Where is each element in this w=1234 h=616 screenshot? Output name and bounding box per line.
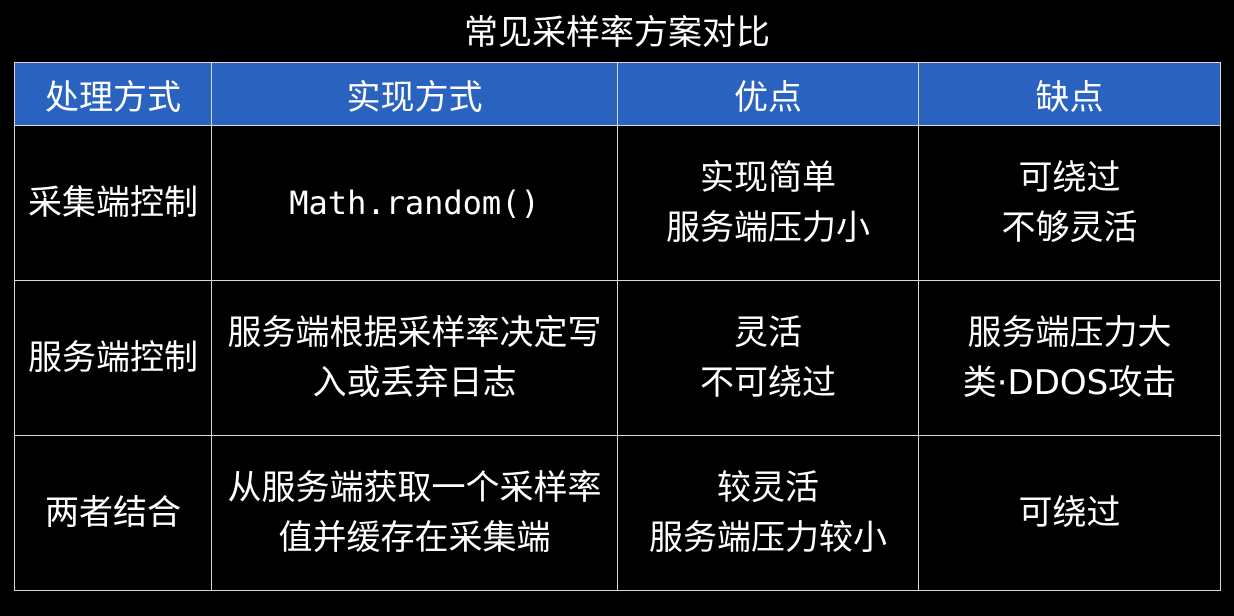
- cell-method: 服务端控制: [14, 280, 212, 436]
- cell-text: 采集端控制: [28, 183, 198, 223]
- cell-implementation: 服务端根据采样率决定写 入或丢弃日志: [211, 280, 618, 436]
- table-row: 两者结合 从服务端获取一个采样率 值并缓存在采集端 较灵活 服务端压力较小 可绕…: [14, 435, 1221, 591]
- cell-method: 采集端控制: [14, 125, 212, 281]
- cell-pros: 灵活 不可绕过: [617, 280, 919, 436]
- cell-text: 类·DDOS攻击: [962, 363, 1177, 403]
- header-cons: 缺点: [918, 62, 1221, 126]
- cell-text: 服务端压力较小: [649, 518, 887, 558]
- cell-implementation: Math.random(): [211, 125, 618, 281]
- cell-cons: 可绕过 不够灵活: [918, 125, 1221, 281]
- cell-text: 可绕过: [1018, 158, 1121, 198]
- cell-text: 不可绕过: [700, 363, 836, 403]
- cell-text: 服务端压力大: [967, 313, 1172, 353]
- cell-text: 实现简单: [700, 158, 836, 198]
- cell-method: 两者结合: [14, 435, 212, 591]
- page-title: 常见采样率方案对比: [464, 13, 770, 53]
- cell-cons: 服务端压力大 类·DDOS攻击: [918, 280, 1221, 436]
- cell-text: Math.random(): [289, 184, 540, 222]
- header-method: 处理方式: [14, 62, 212, 126]
- header-pros: 优点: [617, 62, 919, 126]
- table-header-row: 处理方式 实现方式 优点 缺点: [14, 62, 1221, 126]
- cell-text: 服务端压力小: [666, 208, 870, 248]
- cell-text: 服务端控制: [28, 338, 198, 378]
- cell-pros: 实现简单 服务端压力小: [617, 125, 919, 281]
- comparison-table: 处理方式 实现方式 优点 缺点 采集端控制 Math.random() 实现简单…: [14, 62, 1221, 591]
- cell-implementation: 从服务端获取一个采样率 值并缓存在采集端: [211, 435, 618, 591]
- cell-text: 不够灵活: [1001, 208, 1138, 248]
- cell-pros: 较灵活 服务端压力较小: [617, 435, 919, 591]
- cell-text: 两者结合: [45, 493, 181, 533]
- table-row: 采集端控制 Math.random() 实现简单 服务端压力小 可绕过 不够灵活: [14, 125, 1221, 281]
- cell-text: 可绕过: [1018, 493, 1121, 533]
- cell-text: 服务端根据采样率决定写: [227, 313, 602, 353]
- cell-text: 入或丢弃日志: [312, 363, 517, 403]
- header-implementation: 实现方式: [211, 62, 618, 126]
- cell-text: 灵活: [734, 313, 802, 353]
- table-row: 服务端控制 服务端根据采样率决定写 入或丢弃日志 灵活 不可绕过 服务端压力大 …: [14, 280, 1221, 436]
- cell-text: 从服务端获取一个采样率: [227, 468, 602, 508]
- cell-text: 较灵活: [717, 468, 819, 508]
- cell-cons: 可绕过: [918, 435, 1221, 591]
- cell-text: 值并缓存在采集端: [278, 518, 551, 558]
